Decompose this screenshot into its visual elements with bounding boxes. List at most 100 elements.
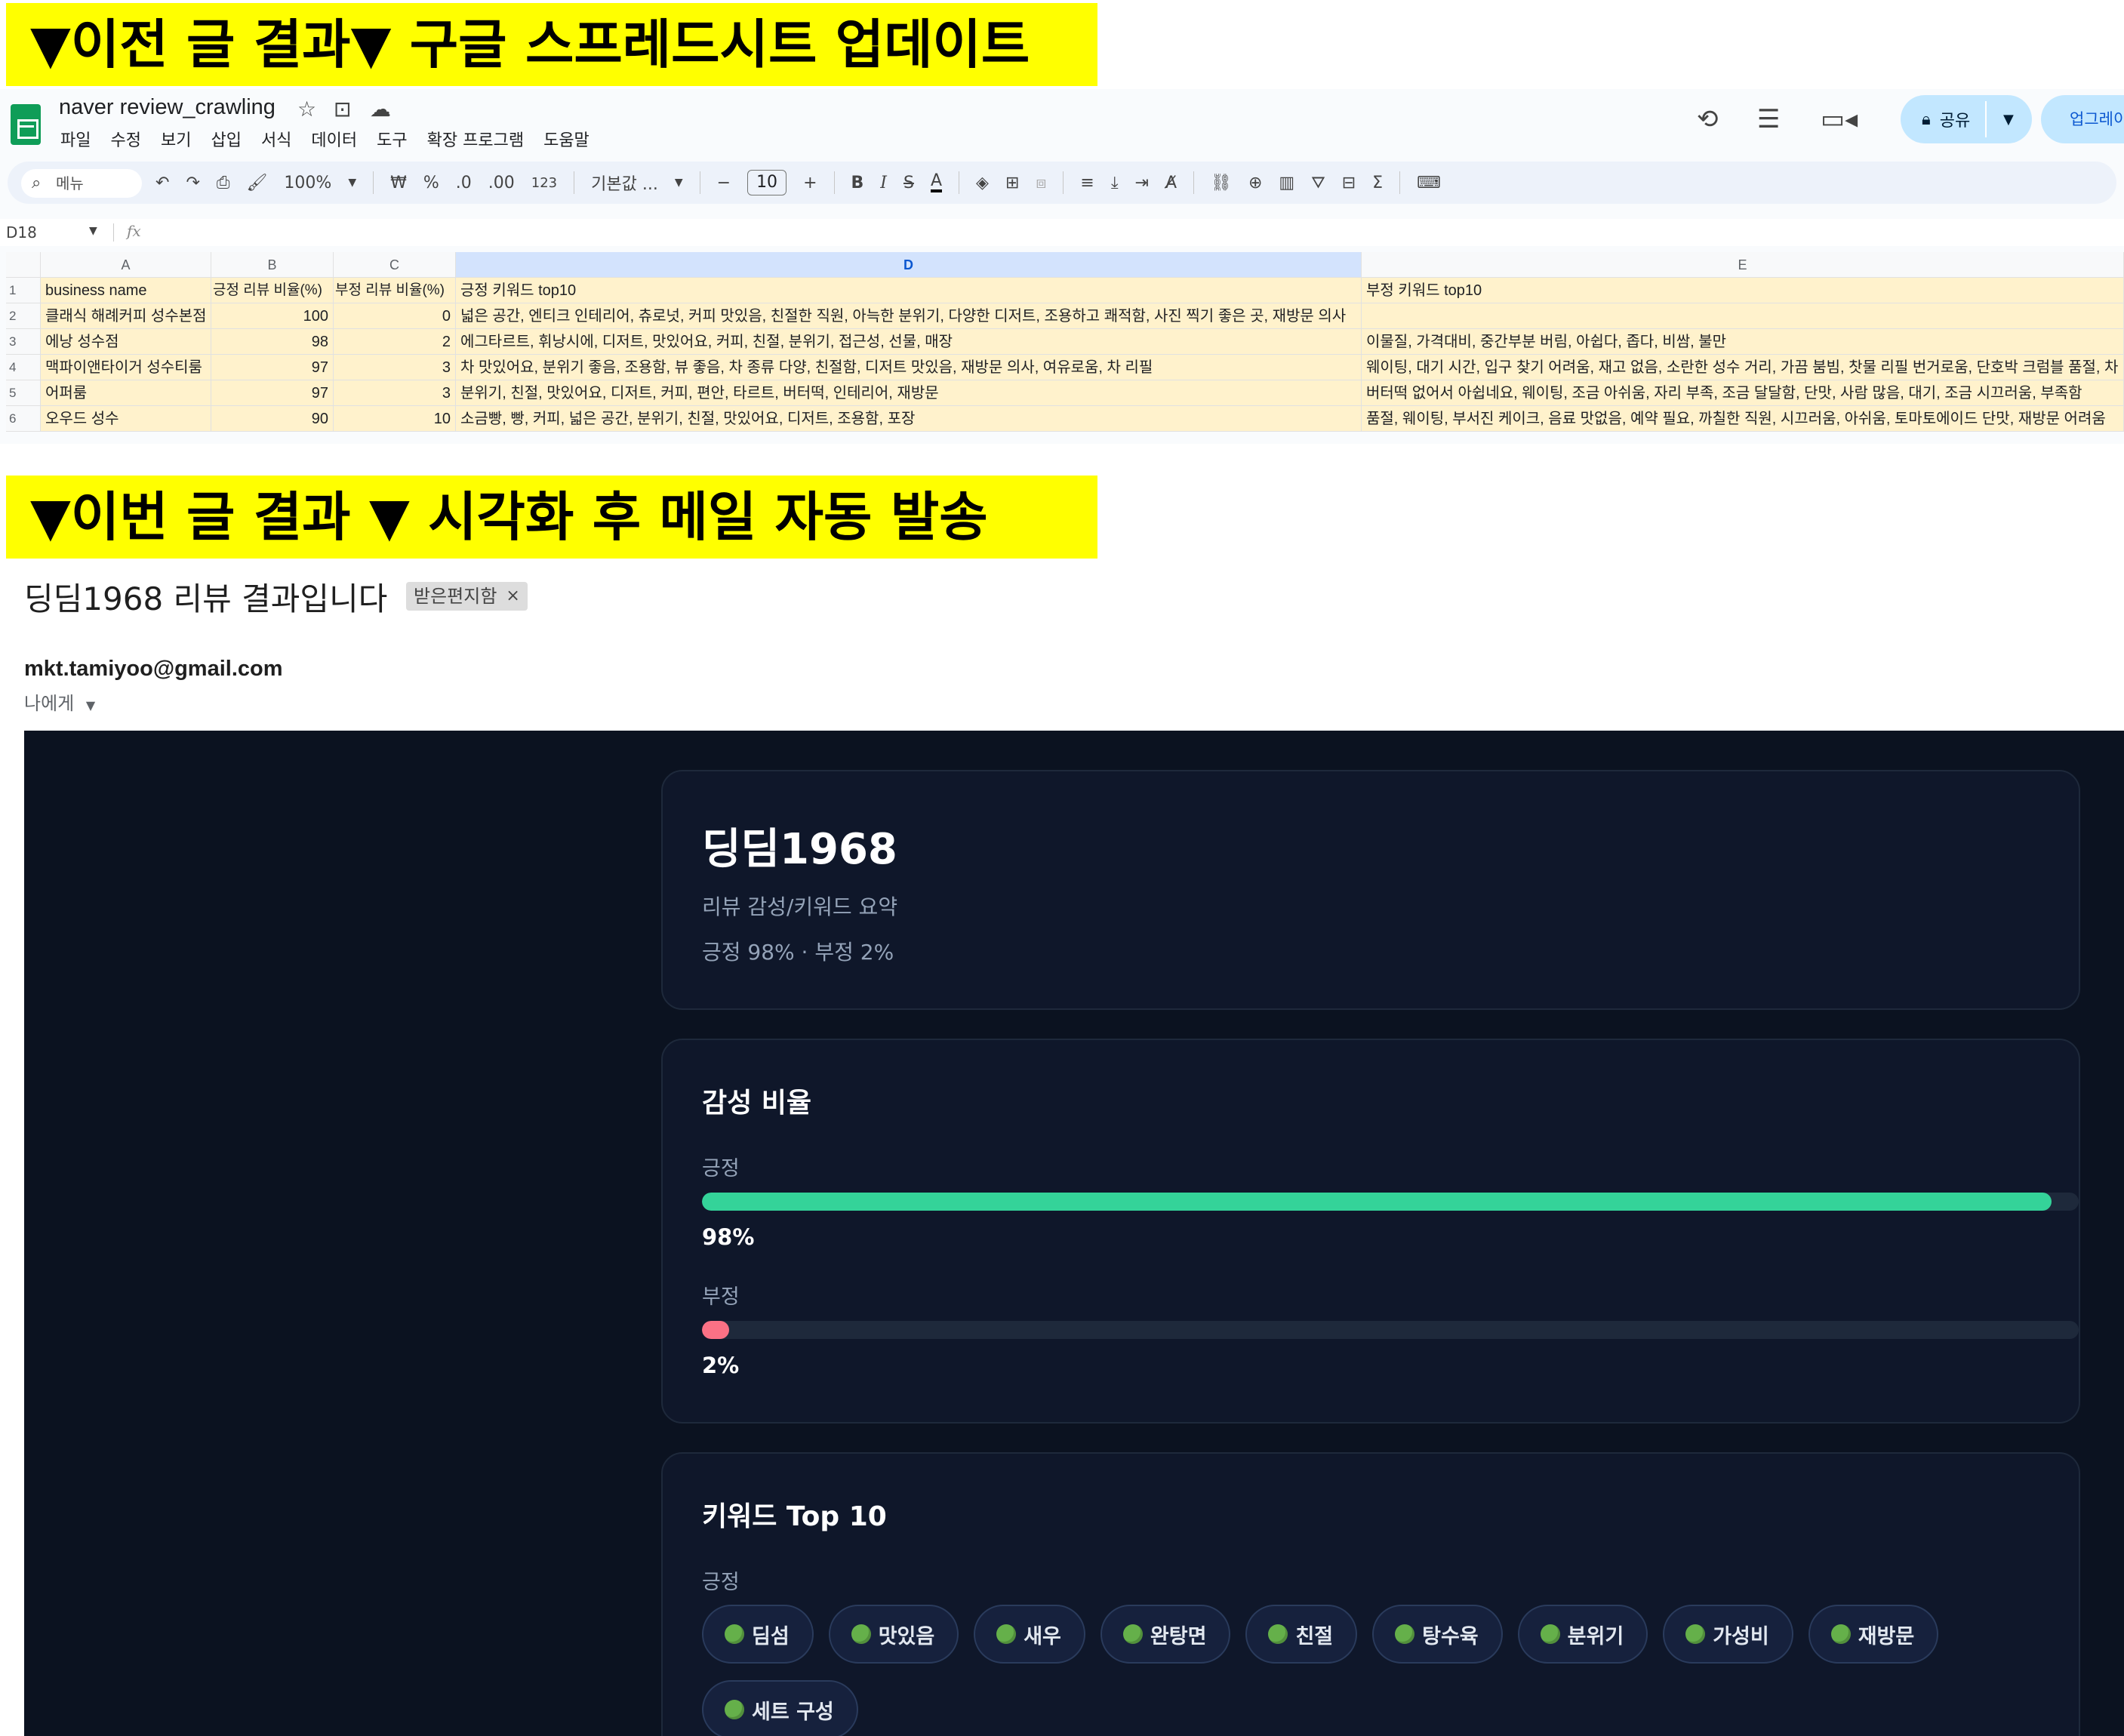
column-header-c[interactable]: C bbox=[334, 252, 456, 278]
column-header-d[interactable]: D bbox=[456, 252, 1362, 278]
menu-search-input[interactable]: ⌕ 메뉴 bbox=[21, 169, 142, 198]
table-cell[interactable]: 이물질, 가격대비, 중간부분 버림, 아쉽다, 좁다, 비쌈, 불만 bbox=[1362, 329, 2124, 355]
name-box[interactable]: D18 bbox=[6, 223, 37, 242]
filter-views-icon[interactable]: ⊟ bbox=[1342, 174, 1356, 192]
star-icon[interactable]: ☆ bbox=[297, 97, 316, 122]
table-cell[interactable]: 100 bbox=[211, 303, 334, 329]
table-cell[interactable]: 클래식 해례커피 성수본점 bbox=[41, 303, 211, 329]
undo-icon[interactable]: ↶ bbox=[155, 174, 169, 192]
borders-icon[interactable]: ⊞ bbox=[1005, 174, 1019, 192]
table-cell[interactable]: 98 bbox=[211, 329, 334, 355]
percent-format-button[interactable]: % bbox=[423, 174, 439, 192]
merge-cells-icon[interactable]: ⧈ bbox=[1036, 174, 1046, 192]
cloud-status-icon[interactable]: ☁ bbox=[370, 97, 391, 122]
table-cell[interactable]: 97 bbox=[211, 355, 334, 380]
menu-item-file[interactable]: 파일 bbox=[60, 127, 91, 151]
strikethrough-button[interactable]: S bbox=[903, 174, 914, 192]
table-cell[interactable]: 품절, 웨이팅, 부서진 케이크, 음료 맛없음, 예약 필요, 까칠한 직원,… bbox=[1362, 406, 2124, 432]
sheets-logo-icon[interactable] bbox=[11, 104, 41, 145]
menu-item-view[interactable]: 보기 bbox=[161, 127, 191, 151]
table-cell[interactable]: 분위기, 친절, 맛있어요, 디저트, 커피, 편안, 타르트, 버터떡, 인테… bbox=[456, 380, 1362, 406]
meet-icon[interactable]: ▭◂ bbox=[1821, 104, 1858, 134]
decrease-decimal-button[interactable]: .0 bbox=[456, 174, 472, 192]
menu-item-help[interactable]: 도움말 bbox=[543, 127, 589, 151]
table-cell[interactable]: 3 bbox=[334, 380, 456, 406]
menu-item-extensions[interactable]: 확장 프로그램 bbox=[427, 127, 524, 151]
column-header-a[interactable]: A bbox=[41, 252, 211, 278]
table-cell[interactable]: 웨이팅, 대기 시간, 입구 찾기 어려움, 재고 없음, 소란한 성수 거리,… bbox=[1362, 355, 2124, 380]
currency-format-button[interactable]: ₩ bbox=[390, 174, 407, 192]
table-cell[interactable]: 97 bbox=[211, 380, 334, 406]
increase-font-size-icon[interactable]: + bbox=[803, 174, 817, 192]
insert-chart-icon[interactable]: ▥ bbox=[1279, 174, 1294, 192]
select-all-corner[interactable] bbox=[6, 252, 41, 278]
table-cell[interactable]: 긍정 키워드 top10 bbox=[456, 278, 1362, 303]
text-rotation-icon[interactable]: A̸ bbox=[1165, 174, 1177, 192]
zoom-select[interactable]: 100% bbox=[284, 174, 331, 192]
column-header-b[interactable]: B bbox=[211, 252, 334, 278]
move-folder-icon[interactable]: ⊡ bbox=[334, 97, 351, 122]
document-title[interactable]: naver review_crawling bbox=[59, 95, 276, 120]
table-cell[interactable]: 0 bbox=[334, 303, 456, 329]
filter-icon[interactable]: ⛛ bbox=[1311, 174, 1325, 192]
remove-label-icon[interactable]: × bbox=[506, 582, 519, 611]
share-dropdown-icon[interactable]: ▼ bbox=[2003, 112, 2014, 128]
row-header[interactable]: 1 bbox=[6, 278, 41, 303]
table-cell[interactable]: 에그타르트, 휘낭시에, 디저트, 맛있어요, 커피, 친절, 분위기, 접근성… bbox=[456, 329, 1362, 355]
table-cell[interactable]: 차 맛있어요, 분위기 좋음, 조용함, 뷰 좋음, 차 종류 다양, 친절함,… bbox=[456, 355, 1362, 380]
italic-button[interactable]: I bbox=[880, 174, 887, 192]
menu-item-tools[interactable]: 도구 bbox=[377, 127, 407, 151]
more-formats-button[interactable]: 123 bbox=[531, 175, 557, 191]
history-icon[interactable]: ⟲ bbox=[1697, 104, 1719, 134]
font-select[interactable]: 기본값 ... bbox=[591, 171, 658, 195]
font-dropdown-icon[interactable]: ▼ bbox=[675, 177, 683, 189]
vertical-align-icon[interactable]: ⤓ bbox=[1111, 174, 1119, 192]
row-header[interactable]: 3 bbox=[6, 329, 41, 355]
fill-color-icon[interactable]: ◈ bbox=[976, 174, 989, 192]
input-tools-icon[interactable]: ⌨︎ bbox=[1417, 174, 1441, 192]
table-cell[interactable]: 3 bbox=[334, 355, 456, 380]
insert-comment-icon[interactable]: ⊕ bbox=[1248, 174, 1262, 192]
menu-item-insert[interactable]: 삽입 bbox=[211, 127, 241, 151]
paint-format-icon[interactable]: 🖌︎ bbox=[246, 174, 267, 192]
menu-item-edit[interactable]: 수정 bbox=[110, 127, 140, 151]
table-cell[interactable]: 맥파이앤타이거 성수티룸 bbox=[41, 355, 211, 380]
table-cell[interactable]: 에낭 성수점 bbox=[41, 329, 211, 355]
recipient-details[interactable]: 나에게 ▼ bbox=[24, 688, 95, 715]
increase-decimal-button[interactable]: .00 bbox=[488, 174, 515, 192]
redo-icon[interactable]: ↷ bbox=[186, 174, 199, 192]
row-header[interactable]: 5 bbox=[6, 380, 41, 406]
zoom-dropdown-icon[interactable]: ▼ bbox=[348, 177, 356, 189]
table-cell[interactable] bbox=[1362, 303, 2124, 329]
table-cell[interactable]: 오우드 성수 bbox=[41, 406, 211, 432]
table-cell[interactable]: 긍정 리뷰 비율(%) bbox=[211, 278, 334, 303]
insert-link-icon[interactable]: ⛓︎ bbox=[1211, 174, 1232, 192]
inbox-label-chip[interactable]: 받은편지함 × bbox=[406, 582, 528, 611]
table-cell[interactable]: 부정 리뷰 비율(%) bbox=[334, 278, 456, 303]
row-header[interactable]: 4 bbox=[6, 355, 41, 380]
table-cell[interactable]: 넓은 공간, 엔티크 인테리어, 츄로넛, 커피 맛있음, 친절한 직원, 아늑… bbox=[456, 303, 1362, 329]
text-wrap-icon[interactable]: ⇥ bbox=[1135, 174, 1149, 192]
row-header[interactable]: 6 bbox=[6, 406, 41, 432]
table-cell[interactable]: 10 bbox=[334, 406, 456, 432]
table-cell[interactable]: 소금빵, 빵, 커피, 넓은 공간, 분위기, 친절, 맛있어요, 디저트, 조… bbox=[456, 406, 1362, 432]
functions-icon[interactable]: Σ bbox=[1372, 174, 1383, 192]
decrease-font-size-icon[interactable]: − bbox=[717, 174, 731, 192]
print-icon[interactable]: ⎙ bbox=[217, 174, 230, 192]
table-cell[interactable]: 2 bbox=[334, 329, 456, 355]
recipient-dropdown-icon[interactable]: ▼ bbox=[86, 698, 95, 713]
table-cell[interactable]: 90 bbox=[211, 406, 334, 432]
table-cell[interactable]: 버터떡 없어서 아쉽네요, 웨이팅, 조금 아쉬움, 자리 부족, 조금 달달함… bbox=[1362, 380, 2124, 406]
font-size-input[interactable]: 10 bbox=[747, 170, 787, 195]
table-cell[interactable]: 어퍼룸 bbox=[41, 380, 211, 406]
table-cell[interactable]: business name bbox=[41, 278, 211, 303]
horizontal-align-icon[interactable]: ≡ bbox=[1080, 174, 1094, 192]
name-box-dropdown-icon[interactable]: ▼ bbox=[89, 225, 97, 237]
upgrade-button[interactable]: 업그레이 bbox=[2041, 95, 2124, 143]
comments-icon[interactable]: ☰ bbox=[1757, 104, 1780, 134]
table-cell[interactable]: 부정 키워드 top10 bbox=[1362, 278, 2124, 303]
menu-item-format[interactable]: 서식 bbox=[261, 127, 291, 151]
column-header-e[interactable]: E bbox=[1362, 252, 2124, 278]
bold-button[interactable]: B bbox=[851, 174, 864, 192]
row-header[interactable]: 2 bbox=[6, 303, 41, 329]
